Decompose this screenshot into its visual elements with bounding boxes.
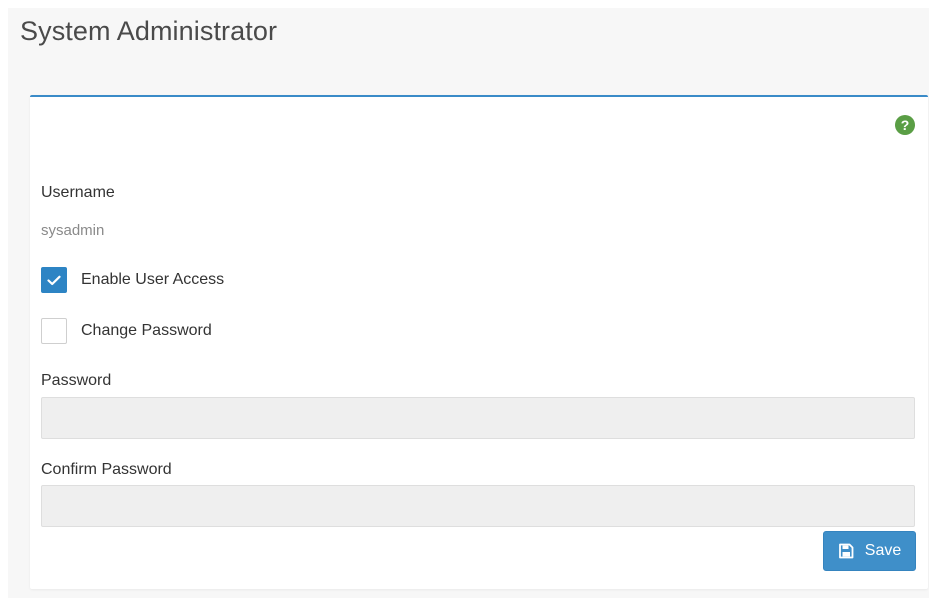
enable-user-access-checkbox-row[interactable]: Enable User Access: [41, 266, 224, 294]
confirm-password-input[interactable]: [41, 485, 915, 527]
enable-user-access-checkbox[interactable]: [41, 267, 67, 293]
enable-user-access-label: Enable User Access: [81, 271, 225, 288]
question-circle-icon[interactable]: ?: [895, 115, 915, 135]
change-password-checkbox-row[interactable]: Change Password: [41, 317, 212, 345]
username-value: sysadmin: [41, 222, 105, 239]
page-title: System Administrator: [20, 16, 278, 46]
floppy-disk-icon: [838, 543, 854, 559]
confirm-password-label: Confirm Password: [41, 461, 172, 478]
page-container: System Administrator ? Username sysadmin…: [8, 8, 929, 598]
settings-panel: ? Username sysadmin Enable User Access C…: [30, 95, 928, 589]
username-label: Username: [41, 184, 115, 201]
checkmark-icon: [47, 275, 61, 285]
save-button-label: Save: [864, 542, 902, 559]
password-label: Password: [41, 372, 112, 389]
password-input[interactable]: [41, 397, 915, 439]
change-password-checkbox[interactable]: [41, 318, 67, 344]
change-password-label: Change Password: [81, 322, 212, 339]
save-button[interactable]: Save: [823, 531, 916, 571]
